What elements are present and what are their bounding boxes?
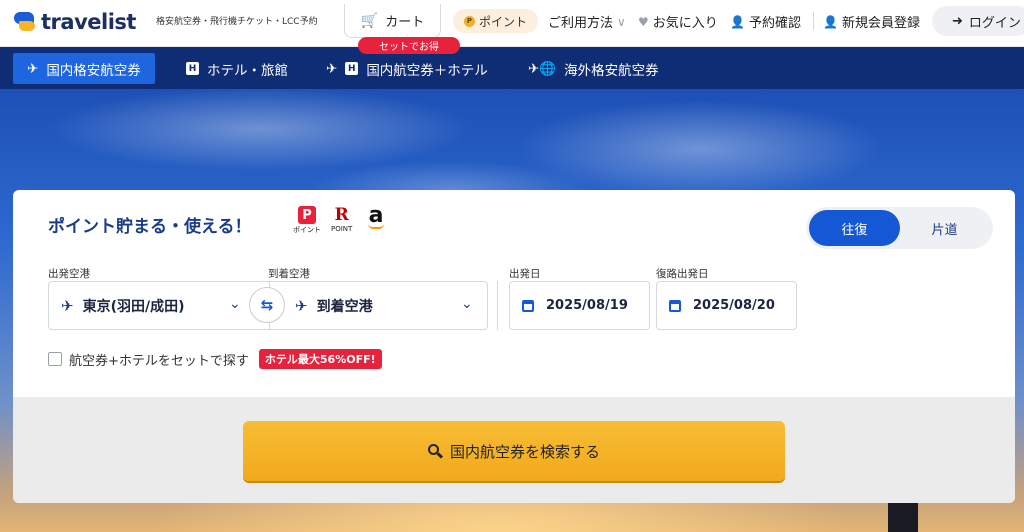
usage-guide-menu[interactable]: ご利用方法 ∨ [548, 12, 626, 32]
top-header: travelist 格安航空券・飛行機チケット・LCC予約 🛒 カート P ポイ… [0, 0, 1024, 47]
paypay-caption: ポイント [293, 226, 321, 234]
tab-hotels[interactable]: H ホテル・旅館 [172, 53, 302, 84]
hotel-set-option[interactable]: 航空券+ホテルをセットで探す ホテル最大56%OFF! [48, 349, 382, 369]
amazon-icon: a [368, 203, 384, 228]
register-label: 新規会員登録 [841, 16, 920, 31]
tab-label: 国内格安航空券 [46, 62, 141, 79]
depart-date-value: 2025/08/19 [546, 298, 628, 313]
departure-airport-select[interactable]: ✈ 東京(羽田/成田) [61, 282, 185, 329]
logo-text: travelist [41, 10, 136, 34]
travelist-logo[interactable]: travelist [14, 8, 136, 36]
search-button-label: 国内航空券を検索する [449, 442, 600, 461]
one-way-option[interactable]: 片道 [899, 210, 990, 246]
amazon-smile-icon [368, 224, 384, 229]
favorites-label: お気に入り [652, 16, 718, 31]
chevron-down-icon: ⌄ [229, 296, 241, 312]
search-icon [427, 444, 443, 459]
calendar-icon [669, 299, 681, 312]
header-divider [813, 12, 814, 30]
trip-type-toggle: 往復 片道 [806, 207, 993, 249]
return-date-picker[interactable]: 2025/08/20 [656, 281, 797, 330]
round-trip-option[interactable]: 往復 [809, 210, 900, 246]
landing-icon: ✈ [295, 296, 308, 315]
points-label: ポイント [478, 14, 527, 29]
login-icon: ➜ [952, 13, 963, 29]
arrival-airport-value: 到着空港 [316, 298, 373, 315]
swap-arrows-icon: ⇆ [260, 296, 274, 314]
rakuten-caption: POINT [331, 225, 353, 233]
search-flights-button[interactable]: 国内航空券を検索する [243, 421, 785, 481]
arrival-airport-select[interactable]: ✈ 到着空港 [295, 282, 373, 329]
tab-label: 国内航空券＋ホテル [366, 62, 488, 79]
heart-icon: ♥ [638, 14, 649, 29]
points-headline: ポイント貯まる・使える！ [48, 217, 252, 237]
usage-label: ご利用方法 [548, 16, 614, 31]
cart-button[interactable]: 🛒 カート [344, 4, 441, 38]
airplane-icon: ✈ [27, 60, 39, 77]
depart-date-label: 出発日 [509, 268, 541, 280]
departure-airport-value: 東京(羽田/成田) [82, 298, 185, 315]
field-divider [497, 281, 498, 330]
cart-icon: 🛒 [360, 12, 379, 29]
reservation-check-link[interactable]: 👤 予約確認 [730, 12, 801, 32]
tab-international-flights[interactable]: ✈🌐 海外格安航空券 [514, 53, 673, 84]
point-coin-icon: P [463, 15, 475, 27]
favorites-link[interactable]: ♥ お気に入り [638, 12, 718, 32]
return-date-label: 復路出発日 [656, 268, 709, 280]
chevron-down-icon: ∨ [617, 14, 626, 29]
return-date-value: 2025/08/20 [693, 298, 775, 313]
site-tagline: 格安航空券・飛行機チケット・LCC予約 [156, 17, 318, 27]
rakuten-icon: R [334, 205, 349, 225]
paypay-logo: P ポイント [293, 206, 321, 235]
tab-label: ホテル・旅館 [207, 62, 288, 79]
login-label: ログイン [968, 15, 1021, 31]
amazon-logo: a [368, 203, 384, 229]
swap-airports-button[interactable]: ⇆ [249, 287, 285, 323]
discount-badge: ホテル最大56%OFF! [258, 349, 382, 369]
hotel-icon: H [186, 62, 199, 75]
depart-date-picker[interactable]: 2025/08/19 [509, 281, 650, 330]
hotel-icon: H [345, 62, 359, 75]
set-deal-badge: セットでお得 [358, 37, 460, 54]
login-button[interactable]: ➜ ログイン [932, 6, 1024, 36]
hotel-set-label: 航空券+ホテルをセットで探す [69, 353, 249, 369]
arrival-airport-label: 到着空港 [268, 268, 310, 280]
tab-label: 海外格安航空券 [564, 62, 659, 79]
chevron-down-icon: ⌄ [461, 296, 473, 312]
paypay-icon: P [298, 206, 316, 224]
product-nav: ✈ 国内格安航空券 H ホテル・旅館 ✈ H 国内航空券＋ホテル ✈🌐 海外格安… [0, 47, 1024, 89]
reservation-label: 予約確認 [748, 16, 801, 31]
cart-label: カート [385, 15, 425, 30]
tab-domestic-flights[interactable]: ✈ 国内格安航空券 [13, 53, 155, 84]
airplane-icon: ✈ [326, 60, 338, 77]
departure-airport-label: 出発空港 [48, 268, 90, 280]
points-button[interactable]: P ポイント [453, 9, 538, 33]
rakuten-point-logo: R POINT [331, 206, 352, 233]
takeoff-icon: ✈ [61, 296, 74, 315]
travelist-logo-icon [14, 11, 36, 33]
register-link[interactable]: 👤 新規会員登録 [823, 12, 920, 32]
user-plus-icon: 👤 [823, 14, 838, 29]
user-check-icon: 👤 [730, 14, 745, 29]
airplane-globe-icon: ✈🌐 [528, 60, 557, 77]
hotel-set-checkbox[interactable] [48, 352, 62, 366]
tab-flight-hotel[interactable]: ✈ H 国内航空券＋ホテル [312, 53, 502, 84]
calendar-icon [522, 299, 534, 312]
flight-search-card: ポイント貯まる・使える！ P ポイント R POINT a 往復 片道 出発空港… [13, 190, 1015, 503]
